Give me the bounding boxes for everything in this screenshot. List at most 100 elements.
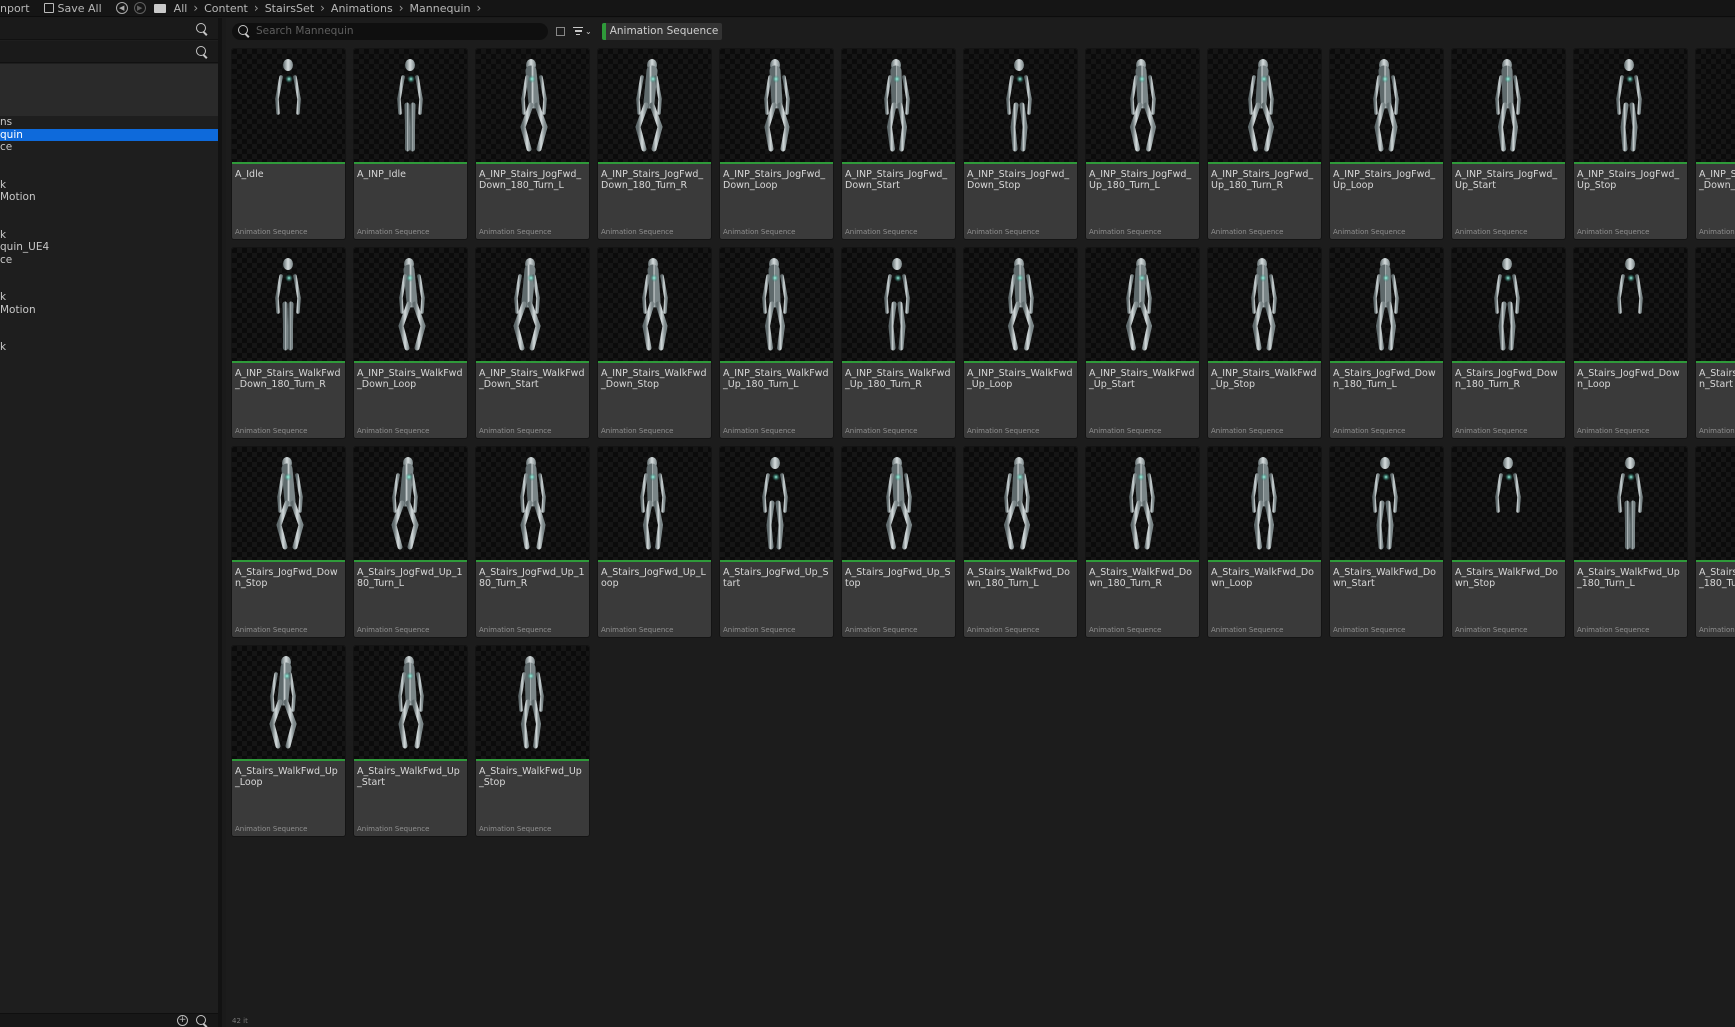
asset-tile[interactable]: A_INP_Idle Animation Sequence [354,49,467,239]
asset-tile[interactable]: A_Stairs_JogFwd_Up_180_Turn_L Animation S… [354,447,467,637]
asset-thumbnail [1330,447,1443,562]
chevron-right-icon[interactable]: › [254,1,259,15]
chevron-right-icon[interactable]: › [476,1,481,15]
asset-tile[interactable]: A_INP_Stairs_JogFwd_Down_Loop Animation S… [720,49,833,239]
forward-icon[interactable]: ▶ [133,2,146,14]
asset-tile[interactable]: A_INP_Stairs_WalkFwd_Down_Start Animation… [476,248,589,438]
asset-search-box[interactable] [232,22,548,40]
folder-tree-item[interactable] [0,216,218,229]
asset-tile[interactable]: A_Stairs_JogFwd_Up_Loop Animation Sequenc… [598,447,711,637]
folder-tree-item[interactable]: k [0,229,218,242]
asset-tile[interactable]: A_INP_Stairs_WalkFwd_Down_Loop Animation … [354,248,467,438]
breadcrumb-animations[interactable]: Animations [331,2,393,15]
asset-tile[interactable]: A_INP_Stairs_JogFwd_Up_180_Turn_R Animati… [1208,49,1321,239]
breadcrumb-mannequin[interactable]: Mannequin [410,2,471,15]
asset-tile[interactable]: A_INP_Stairs_JogFwd_Down_180_Turn_R Anima… [598,49,711,239]
search-icon[interactable] [196,22,208,35]
save-all-button[interactable]: Save All [43,2,102,15]
asset-tile[interactable]: A_Stairs_JogFwd_Up_180_Turn_R Animation S… [476,447,589,637]
asset-tile[interactable]: A_Stairs_JogFwd_Down_Start Animation Sequ… [1696,248,1735,438]
mannequin-figure [635,59,663,152]
folder-tree-item[interactable]: quin [0,128,218,141]
save-search-icon[interactable] [556,26,565,36]
folder-tree-item[interactable]: Motion [0,304,218,317]
asset-tile[interactable]: A_INP_Stairs_WalkFwd_Down_Stop Animation … [598,248,711,438]
save-icon [43,3,54,13]
filter-button[interactable]: ⌄ [573,27,592,36]
folder-tree-item[interactable] [0,154,218,167]
asset-tile[interactable]: A_Stairs_WalkFwd_Up_Stop Animation Sequen… [476,646,589,836]
asset-type-label: Animation Sequence [1333,626,1406,634]
asset-tile[interactable]: A_INP_Stairs_JogFwd_Down_Stop Animation S… [964,49,1077,239]
search-icon[interactable] [196,45,208,58]
asset-tile[interactable]: A_INP_Stairs_WalkFwd_Down_180_Turn_R Anim… [232,248,345,438]
asset-tile[interactable]: A_INP_Stairs_JogFwd_Up_180_Turn_L Animati… [1086,49,1199,239]
asset-tile[interactable]: A_Stairs_JogFwd_Up_Start Animation Sequen… [720,447,833,637]
asset-name: A_Stairs_JogFwd_Down_180_Turn_L [1333,368,1436,390]
folder-tree-item[interactable]: quin_UE4 [0,241,218,254]
asset-tile[interactable]: A_INP_Stairs_WalkFwd_Up_Loop Animation Se… [964,248,1077,438]
asset-tile[interactable]: A_Stairs_JogFwd_Down_Loop Animation Seque… [1574,248,1687,438]
breadcrumb-stairsset[interactable]: StairsSet [265,2,314,15]
folder-tree-item[interactable] [0,166,218,179]
filter-chip-animation-sequence[interactable]: Animation Sequence [601,22,723,40]
folder-tree-item[interactable]: ce [0,141,218,154]
folder-search-bar[interactable] [0,41,218,63]
import-button[interactable]: nport [0,2,30,15]
asset-tile[interactable]: A_Stairs_JogFwd_Up_Stop Animation Sequenc… [842,447,955,637]
folder-tree-item[interactable]: ns [0,116,218,129]
asset-tile[interactable]: A_Stairs_WalkFwd_Down_180_Turn_L Animatio… [964,447,1077,637]
asset-tile[interactable]: A_Idle Animation Sequence [232,49,345,239]
asset-tile[interactable]: A_Stairs_WalkFwd_Down_Start Animation Seq… [1330,447,1443,637]
asset-tile[interactable]: A_INP_Stairs_JogFwd_Down_180_Turn_L Anima… [476,49,589,239]
asset-tile[interactable]: A_INP_Stairs_JogFwd_Up_Start Animation Se… [1452,49,1565,239]
asset-type-label: Animation Sequence [357,427,430,435]
back-icon[interactable]: ◀ [115,2,128,14]
asset-type-label: Animation Sequence [967,626,1040,634]
chevron-right-icon[interactable]: › [193,1,198,15]
asset-tile[interactable]: A_INP_Stairs_WalkFwd_Up_Stop Animation Se… [1208,248,1321,438]
search-input[interactable] [256,25,526,37]
asset-tile[interactable]: A_INP_Stairs_JogFwd_Up_Stop Animation Seq… [1574,49,1687,239]
asset-tile[interactable]: A_INP_Stairs_JogFwd_Down_Start Animation … [842,49,955,239]
asset-tile[interactable]: A_INP_Stairs_JogFwd_Up_Loop Animation Seq… [1330,49,1443,239]
asset-tile[interactable]: A_Stairs_JogFwd_Down_180_Turn_L Animation… [1330,248,1443,438]
asset-name: A_INP_Stairs_JogFwd_Down_Stop [967,169,1070,191]
folder-tree-item[interactable]: k [0,291,218,304]
asset-tile[interactable]: A_Stairs_WalkFwd_Up_Loop Animation Sequen… [232,646,345,836]
folder-tree-item[interactable]: ce [0,254,218,267]
folder-tree-item[interactable] [0,204,218,217]
asset-tile[interactable]: A_Stairs_JogFwd_Down_Stop Animation Seque… [232,447,345,637]
mannequin-figure [1129,59,1157,152]
asset-tile[interactable]: A_Stairs_WalkFwd_Down_Loop Animation Sequ… [1208,447,1321,637]
folder-tree-item[interactable] [0,329,218,342]
breadcrumb-all[interactable]: All [174,2,188,15]
asset-tile[interactable]: A_Stairs_WalkFwd_Down_180_Turn_R Animatio… [1086,447,1199,637]
breadcrumb-content[interactable]: Content [204,2,248,15]
mannequin-figure [762,258,788,351]
asset-tile[interactable]: A_INP_Stairs_WalkFwd_Up_180_Turn_R Animat… [842,248,955,438]
search-icon[interactable] [196,1014,208,1027]
folder-tree-item[interactable] [0,316,218,329]
chevron-right-icon[interactable]: › [399,1,404,15]
folder-tree-item[interactable]: Motion [0,191,218,204]
mannequin-figure [762,457,788,550]
folder-tree-item[interactable] [0,266,218,279]
asset-tile[interactable]: A_INP_Stairs_WalkFwd_Up_180_Turn_L Animat… [720,248,833,438]
chevron-right-icon[interactable]: › [320,1,325,15]
folder-tree-item[interactable] [0,279,218,292]
asset-tile[interactable]: A_Stairs_WalkFwd_Up_180_Turn_L Animation … [1574,447,1687,637]
asset-tile[interactable]: A_INP_Stairs_WalkFwd_Up_Start Animation S… [1086,248,1199,438]
asset-tile[interactable]: A_Stairs_WalkFwd_Up_Start Animation Seque… [354,646,467,836]
asset-tile[interactable]: A_Stairs_WalkFwd_Up_180_Turn_R Animation … [1696,447,1735,637]
asset-thumbnail [1208,49,1321,164]
asset-tile[interactable]: A_INP_Stairs_WalkFwd_Down_180_Turn_L Anim… [1696,49,1735,239]
add-collection-icon[interactable]: + [177,1015,188,1026]
favorites-search-bar[interactable] [0,18,218,40]
asset-type-label: Animation Sequence [1699,427,1735,435]
asset-tile[interactable]: A_Stairs_WalkFwd_Down_Stop Animation Sequ… [1452,447,1565,637]
asset-thumbnail [232,646,345,761]
folder-tree-item[interactable]: k [0,179,218,192]
folder-tree-item[interactable]: k [0,341,218,354]
asset-tile[interactable]: A_Stairs_JogFwd_Down_180_Turn_R Animation… [1452,248,1565,438]
